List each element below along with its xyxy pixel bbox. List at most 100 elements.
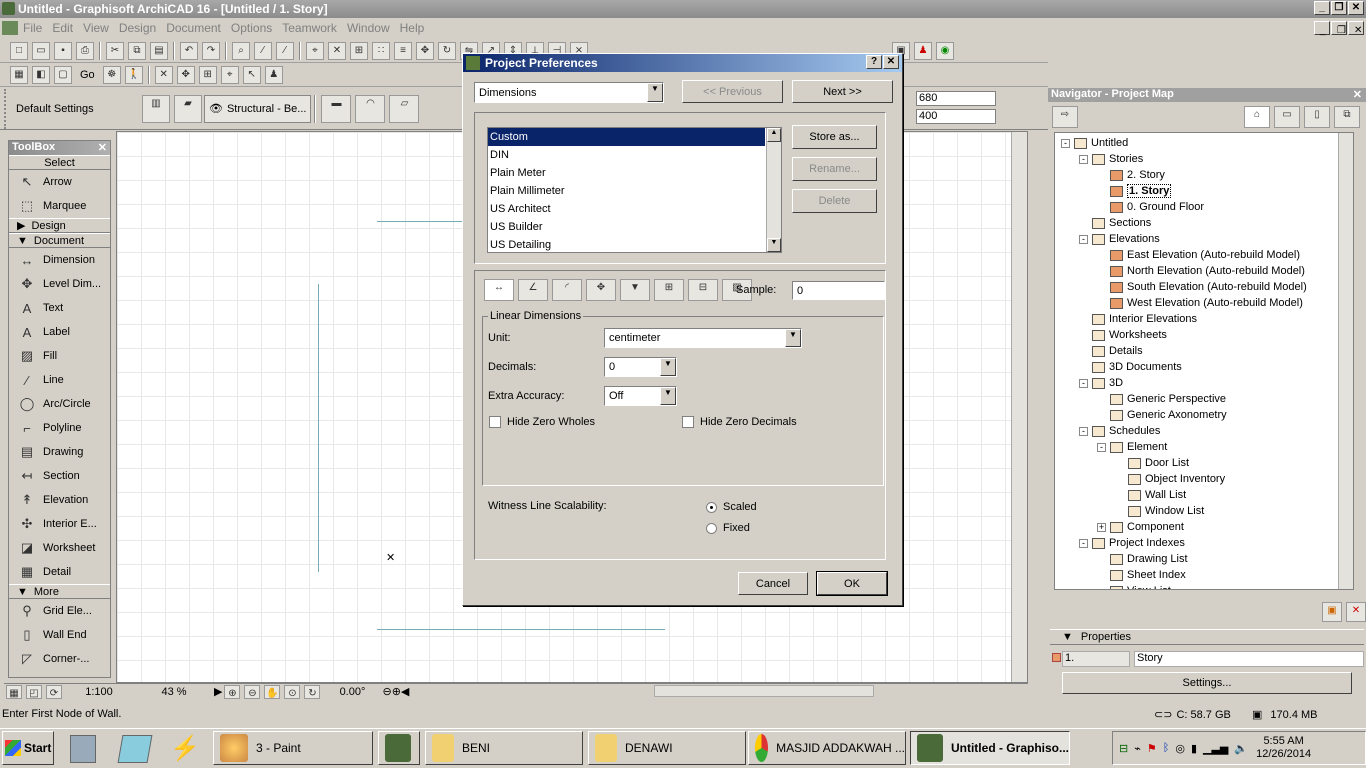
task-chrome[interactable]: MASJID ADDAKWAH ... — [748, 731, 906, 765]
cut-icon[interactable]: ✂ — [106, 41, 124, 60]
decimals-select[interactable]: 0 ▼ — [604, 357, 677, 377]
collapse-icon[interactable]: - — [1079, 538, 1088, 548]
store-as-button[interactable]: Store as... — [792, 125, 877, 149]
canvas-vscroll[interactable] — [1011, 132, 1027, 682]
walk-icon[interactable]: 🚶 — [124, 65, 143, 84]
project-tree[interactable]: - Untitled - Stories 2. Story 1. Story 0. Grou… — [1054, 132, 1354, 590]
angle-dimension-icon[interactable]: ∠ — [518, 279, 548, 301]
menu-file[interactable]: File — [18, 18, 47, 38]
next-zoom-icon[interactable]: ⊕ — [392, 685, 401, 698]
tree-item[interactable]: + Component — [1097, 519, 1184, 535]
tool-text[interactable]: A Text — [9, 296, 110, 320]
expand-icon[interactable]: + — [1097, 522, 1106, 532]
grid-icon[interactable]: ∷ — [372, 41, 390, 60]
menu-view[interactable]: View — [78, 18, 114, 38]
tree-item[interactable]: Worksheets — [1079, 327, 1167, 343]
list-item[interactable]: Custom — [488, 128, 765, 146]
tree-item[interactable]: - Schedules — [1079, 423, 1160, 439]
collapse-icon[interactable]: - — [1079, 426, 1088, 436]
clock[interactable]: 5:55 AM 12/26/2014 — [1256, 735, 1311, 761]
tool-arrow[interactable]: ↖ Arrow — [9, 170, 110, 194]
tree-item[interactable]: - Stories — [1079, 151, 1143, 167]
scale-display[interactable]: 1:100 — [64, 686, 134, 698]
tree-item[interactable]: - 3D — [1079, 375, 1123, 391]
node-icon[interactable]: ✥ — [176, 65, 195, 84]
zoom-view-icon[interactable]: ◰ — [26, 684, 42, 699]
menu-edit[interactable]: Edit — [47, 18, 78, 38]
rename-button[interactable]: Rename... — [792, 157, 877, 181]
toolbox-close-icon[interactable]: ✕ — [98, 141, 107, 154]
hide-zero-decimals[interactable]: Hide Zero Decimals — [682, 416, 797, 429]
tree-item[interactable]: West Elevation (Auto-rebuild Model) — [1097, 295, 1303, 311]
wall-height-field[interactable]: 680 — [916, 91, 996, 106]
ok-button[interactable]: OK — [816, 571, 888, 596]
tool-marquee[interactable]: ⬚ Marquee — [9, 194, 110, 218]
open-icon[interactable]: ▭ — [32, 41, 50, 60]
app-menu-icon[interactable] — [2, 21, 18, 35]
rotate-icon[interactable]: ↻ — [438, 41, 456, 60]
grid-toggle-icon[interactable]: ⊞ — [198, 65, 217, 84]
tree-item[interactable]: - Untitled — [1061, 135, 1128, 151]
fixed-option[interactable]: Fixed — [706, 522, 750, 534]
navigate-icon[interactable]: ☸ — [102, 65, 121, 84]
scroll-left-icon[interactable]: ◀ — [401, 685, 409, 698]
restore-button[interactable]: ❐ — [1331, 1, 1347, 15]
fit-icon[interactable]: ⊙ — [284, 684, 301, 699]
tree-item[interactable]: Generic Axonometry — [1097, 407, 1227, 423]
hide-zero-wholes-checkbox[interactable] — [489, 416, 501, 429]
tree-item[interactable]: Window List — [1115, 503, 1204, 519]
previous-button[interactable]: << Previous — [682, 80, 783, 103]
cancel-button[interactable]: Cancel — [738, 572, 808, 595]
find-select-icon[interactable]: ⌕ — [232, 41, 250, 60]
layout-book-icon[interactable]: ▯ — [1304, 106, 1330, 128]
h-scrollbar[interactable] — [654, 685, 874, 697]
group-design[interactable]: ▶ Design — [9, 218, 110, 233]
slab-icon[interactable]: ▰ — [174, 94, 202, 123]
delete-viewpoint-icon[interactable]: ✕ — [1346, 602, 1366, 622]
doc-close-button[interactable]: ✕ — [1348, 21, 1364, 36]
menu-document[interactable]: Document — [161, 18, 226, 38]
navigator-close-icon[interactable]: ✕ — [1353, 88, 1362, 101]
tree-item[interactable]: Sections — [1079, 215, 1151, 231]
dialog-close-button[interactable]: ✕ — [883, 55, 899, 69]
prop-name-field[interactable]: Story — [1134, 651, 1364, 667]
extra-accuracy-select[interactable]: Off ▼ — [604, 386, 677, 406]
tree-item[interactable]: Sheet Index — [1097, 567, 1186, 583]
tree-item[interactable]: - Project Indexes — [1079, 535, 1185, 551]
zoom-arrow-icon[interactable]: ▶ — [214, 685, 222, 698]
task-denawi[interactable]: DENAWI — [588, 731, 746, 765]
tree-item[interactable]: - Element — [1097, 439, 1167, 455]
layers-icon[interactable]: ≡ — [394, 41, 412, 60]
tool-fill[interactable]: ▨ Fill — [9, 344, 110, 368]
grid-snap-icon[interactable]: ⊞ — [350, 41, 368, 60]
tool-elevation[interactable]: ↟ Elevation — [9, 488, 110, 512]
straight-wall-icon[interactable]: ▬ — [321, 94, 352, 123]
tree-item[interactable]: View List — [1097, 583, 1171, 589]
structural-selector[interactable]: 👁 Structural - Be... — [204, 94, 312, 123]
group-select[interactable]: Select — [9, 155, 110, 170]
tool-arc-circle[interactable]: ◯ Arc/Circle — [9, 392, 110, 416]
hide-zero-wholes[interactable]: Hide Zero Wholes — [489, 416, 595, 429]
tree-vscroll[interactable] — [1338, 133, 1353, 589]
scaled-radio[interactable] — [706, 501, 717, 513]
help-button[interactable]: ? — [866, 55, 882, 69]
wall-thickness-field[interactable]: 400 — [916, 109, 996, 124]
tool-polyline[interactable]: ⌐ Polyline — [9, 416, 110, 440]
sill-height-icon[interactable]: ⊟ — [688, 279, 718, 301]
paste-icon[interactable]: ▤ — [150, 41, 168, 60]
scaled-option[interactable]: Scaled — [706, 501, 757, 513]
tool-grid-element[interactable]: ⚲ Grid Ele... — [9, 599, 110, 623]
trapezoid-wall-icon[interactable]: ▱ — [389, 94, 420, 123]
snap-toggle-icon[interactable]: ⌖ — [220, 65, 239, 84]
task-beni[interactable]: BENI — [425, 731, 583, 765]
safely-remove-icon[interactable]: ⌁ — [1134, 742, 1141, 755]
calculator-icon[interactable] — [70, 735, 96, 763]
cursor-icon[interactable]: ↖ — [242, 65, 261, 84]
hide-zero-decimals-checkbox[interactable] — [682, 416, 694, 429]
winamp-icon[interactable]: ⚡ — [170, 735, 200, 763]
teamwork-icon[interactable]: ♟ — [914, 42, 932, 60]
refresh-icon[interactable]: ⟳ — [46, 684, 62, 699]
tree-item[interactable]: Drawing List — [1097, 551, 1188, 567]
signal-icon[interactable]: ▁▃▅ — [1203, 742, 1228, 755]
menu-design[interactable]: Design — [114, 18, 161, 38]
